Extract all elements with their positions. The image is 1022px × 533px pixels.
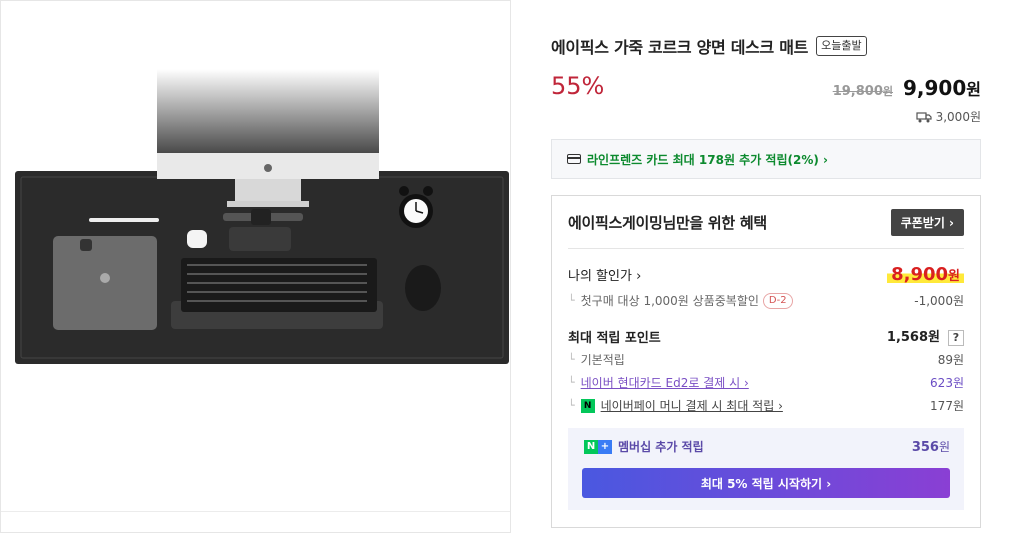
original-price: 19,800원 (833, 83, 893, 99)
sale-price-value: 9,900 (903, 76, 967, 100)
dday-badge: D-2 (762, 292, 793, 309)
today-shipping-badge: 오늘출발 (816, 36, 867, 56)
point-npay-info: └ N 네이버페이 머니 결제 시 최대 적립 › (568, 397, 783, 414)
point-basic-info: └ 기본적립 (568, 351, 625, 368)
title-row: 에이픽스 가죽 코르크 양면 데스크 매트 오늘출발 (551, 34, 867, 58)
branch-icon: └ (568, 376, 575, 389)
help-icon[interactable]: ? (948, 330, 964, 346)
point-row-basic: └ 기본적립 89원 (568, 351, 964, 368)
price-block: 19,800원 9,900원 (833, 76, 981, 100)
get-coupon-button[interactable]: 쿠폰받기 › (890, 209, 964, 236)
point-card-value: 623원 (930, 376, 964, 390)
first-purchase-row: └ 첫구매 대상 1,000원 상품중복할인 D-2 -1,000원 (568, 292, 964, 309)
my-price-row: 나의 할인가 › 8,900원 (568, 264, 964, 285)
hyundai-card-link[interactable]: 네이버 현대카드 Ed2로 결제 시 › (581, 374, 749, 391)
max-points-row: 최대 적립 포인트 1,568원? (568, 326, 964, 346)
membership-label: 멤버십 추가 적립 (618, 440, 704, 454)
my-price-label[interactable]: 나의 할인가 › (568, 265, 641, 284)
max-points-label: 최대 적립 포인트 (568, 330, 661, 346)
benefit-divider (568, 248, 964, 249)
point-card-info: └ 네이버 현대카드 Ed2로 결제 시 › (568, 374, 749, 391)
max-points: 1,568원? (887, 326, 964, 346)
product-image-panel (0, 0, 511, 533)
membership-row: N + 멤버십 추가 적립 356원 (584, 438, 950, 455)
point-basic-value: 89원 (937, 353, 964, 367)
membership-unit: 원 (938, 440, 950, 454)
product-page: 에이픽스 가죽 코르크 양면 데스크 매트 오늘출발 55% 19,800원 9… (0, 0, 1022, 533)
point-row-card: └ 네이버 현대카드 Ed2로 결제 시 › 623원 (568, 374, 964, 391)
my-price: 8,900원 (887, 264, 964, 285)
truck-icon (915, 111, 932, 122)
product-title: 에이픽스 가죽 코르크 양면 데스크 매트 (551, 38, 809, 57)
first-purchase-label: 첫구매 대상 1,000원 상품중복할인 (580, 294, 759, 308)
shipping-fee: 3,000원 (915, 108, 981, 125)
original-price-unit: 원 (882, 85, 893, 98)
product-photo[interactable] (3, 3, 511, 373)
point-basic-label: 기본적립 (580, 353, 625, 367)
branch-icon: └ (568, 294, 575, 307)
benefit-box: 에이픽스게이밍님만을 위한 혜택 쿠폰받기 › 나의 할인가 › 8,900원 … (551, 195, 981, 528)
benefit-heading: 에이픽스게이밍님만을 위한 혜택 (568, 214, 767, 232)
start-membership-button[interactable]: 최대 5% 적립 시작하기 › (582, 468, 950, 498)
shipping-fee-value: 3,000원 (935, 110, 981, 124)
naverpay-money-icon: N (580, 398, 595, 413)
point-npay-value: 177원 (930, 399, 964, 413)
card-promo-text: 라인프렌즈 카드 최대 178원 추가 적립(2%) › (587, 152, 828, 167)
my-price-unit: 원 (948, 269, 960, 284)
card-promo-banner[interactable]: 라인프렌즈 카드 최대 178원 추가 적립(2%) › (551, 139, 981, 179)
membership-points: 356원 (912, 438, 950, 455)
membership-info: N + 멤버십 추가 적립 (584, 438, 704, 455)
first-purchase-info: └ 첫구매 대상 1,000원 상품중복할인 D-2 (568, 292, 793, 309)
sale-price-unit: 원 (966, 80, 981, 99)
first-purchase-value: -1,000원 (914, 294, 964, 308)
max-points-value: 1,568원 (886, 330, 940, 345)
membership-value: 356 (911, 440, 939, 455)
original-price-value: 19,800 (832, 84, 883, 99)
branch-icon: └ (568, 399, 575, 412)
my-price-value: 8,900 (891, 264, 949, 285)
credit-card-icon (567, 154, 581, 164)
point-row-npay: └ N 네이버페이 머니 결제 시 최대 적립 › 177원 (568, 397, 964, 414)
sale-price: 9,900원 (903, 76, 981, 100)
naverpay-money-link[interactable]: 네이버페이 머니 결제 시 최대 적립 › (601, 397, 783, 414)
discount-rate: 55% (551, 72, 605, 100)
branch-icon: └ (568, 353, 575, 366)
membership-box: N + 멤버십 추가 적립 356원 최대 5% 적립 시작하기 › (568, 428, 964, 510)
naver-plus-icon: N + (584, 439, 612, 454)
panel-divider (1, 511, 510, 512)
